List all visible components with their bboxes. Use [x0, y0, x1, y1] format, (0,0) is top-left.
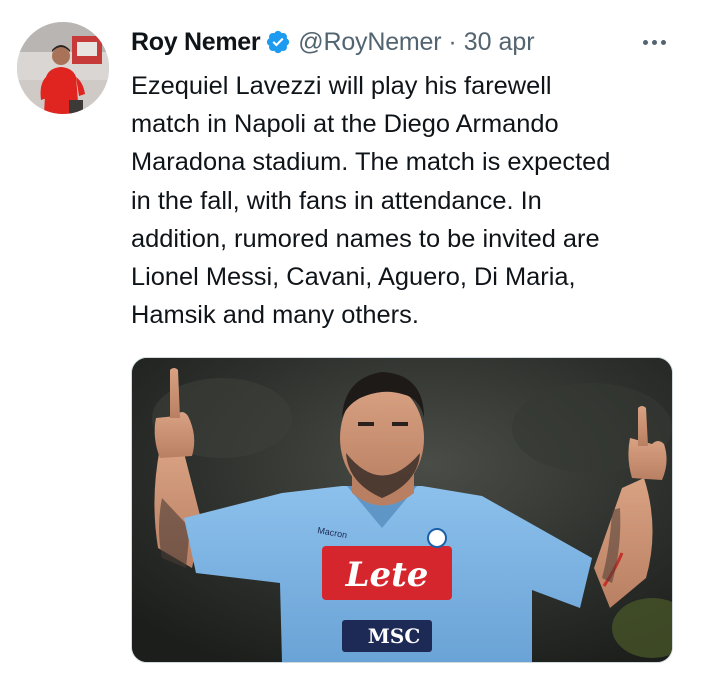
jersey-sub-sponsor: MSC: [368, 624, 421, 648]
avatar-image: [17, 22, 109, 114]
avatar[interactable]: [17, 22, 109, 114]
separator-dot: ·: [448, 27, 457, 56]
tweet-text-line: in the fall, with fans in attendance. In: [131, 186, 542, 215]
tweet-text-line: Maradona stadium. The match is expected: [131, 148, 611, 177]
author-handle[interactable]: @RoyNemer: [298, 28, 441, 57]
more-options-icon[interactable]: [634, 30, 674, 54]
tweet-text-line: Hamsik and many others.: [131, 301, 419, 330]
tweet-header: Roy Nemer @RoyNemer · 30 apr: [131, 24, 535, 60]
jersey-sponsor: Lete: [345, 555, 429, 595]
tweet-text: Ezequiel Lavezzi will play his farewell …: [131, 67, 686, 334]
tweet-text-line: match in Napoli at the Diego Armando: [131, 110, 559, 139]
tweet-text-line: Ezequiel Lavezzi will play his farewell: [131, 72, 552, 100]
player-photo: Lete MSC Macron: [132, 358, 672, 662]
tweet-text-line: Lionel Messi, Cavani, Aguero, Di Maria,: [131, 263, 576, 292]
tweet-date[interactable]: 30 apr: [464, 28, 535, 57]
verified-badge-icon: [265, 29, 291, 55]
author-name[interactable]: Roy Nemer: [131, 28, 261, 57]
tweet-media-photo[interactable]: Lete MSC Macron: [131, 357, 673, 663]
tweet-text-line: addition, rumored names to be invited ar…: [131, 224, 600, 253]
